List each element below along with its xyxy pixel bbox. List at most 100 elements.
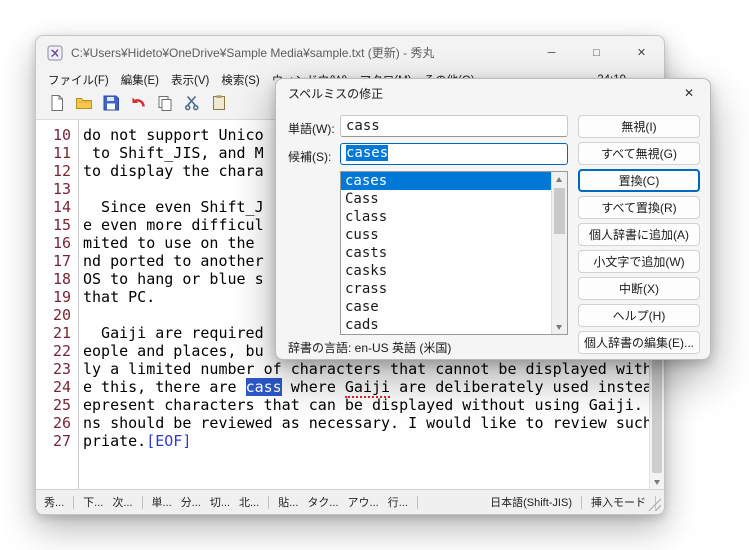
menu-view[interactable]: 表示(V): [165, 69, 215, 91]
status-segment[interactable]: 分...: [181, 494, 201, 510]
window-controls: ─ □ ✕: [529, 36, 664, 69]
cut-button[interactable]: [180, 93, 204, 117]
dialog-title-bar: スペルミスの修正 ✕: [276, 79, 710, 107]
candidate-item[interactable]: crass: [341, 280, 552, 298]
line-number: 26: [52, 414, 71, 432]
window-title: C:¥Users¥Hideto¥OneDrive¥Sample Media¥sa…: [71, 46, 435, 60]
line-number: 24: [52, 378, 71, 396]
maximize-button[interactable]: □: [574, 36, 619, 69]
status-segment[interactable]: 貼...: [278, 494, 298, 510]
status-segment[interactable]: アウ...: [348, 494, 379, 510]
title-bar: C:¥Users¥Hideto¥OneDrive¥Sample Media¥sa…: [36, 36, 664, 69]
paste-icon: [210, 94, 228, 117]
misspelled-word: Gaiji: [344, 378, 391, 398]
scroll-down-button[interactable]: [650, 475, 664, 489]
dialog-close-button[interactable]: ✕: [672, 81, 706, 105]
add-lowercase-button[interactable]: 小文字で追加(W): [578, 250, 700, 273]
open-file-button[interactable]: [72, 93, 96, 117]
open-folder-icon: [75, 94, 93, 117]
save-icon: [102, 94, 120, 117]
menu-edit[interactable]: 編集(E): [115, 69, 165, 91]
line-number: 23: [52, 360, 71, 378]
status-segment[interactable]: 北...: [239, 494, 259, 510]
down-arrow-icon: [556, 324, 562, 330]
undo-button[interactable]: [126, 93, 150, 117]
dictionary-language-label: 辞書の言語: en-US 英語 (米国): [288, 341, 452, 355]
abort-button[interactable]: 中断(X): [578, 277, 700, 300]
status-separator: [268, 495, 270, 509]
text-line: epresent characters that can be displaye…: [83, 396, 643, 414]
candidate-item[interactable]: cases: [341, 172, 552, 190]
status-segment[interactable]: 行...: [388, 494, 408, 510]
suggestion-input[interactable]: cases: [340, 143, 568, 165]
scissors-icon: [183, 94, 201, 117]
text-line: ly a limited number of characters that c…: [83, 360, 649, 378]
candidate-item[interactable]: casks: [341, 262, 552, 280]
line-number: 16: [52, 234, 71, 252]
candidate-item[interactable]: casts: [341, 244, 552, 262]
dialog-title: スペルミスの修正: [288, 86, 384, 101]
word-input[interactable]: cass: [340, 115, 568, 137]
status-separator: [73, 495, 75, 509]
spell-check-dialog: スペルミスの修正 ✕ 単語(W): cass 候補(S): cases case…: [275, 78, 711, 360]
status-encoding[interactable]: 日本語(Shift-JIS): [490, 494, 572, 510]
candidate-item[interactable]: class: [341, 208, 552, 226]
minimize-button[interactable]: ─: [529, 36, 574, 69]
copy-button[interactable]: [153, 93, 177, 117]
undo-arrow-icon: [129, 94, 147, 117]
line-number: 22: [52, 342, 71, 360]
status-insert-mode[interactable]: 挿入モード: [591, 494, 646, 510]
paste-button[interactable]: [207, 93, 231, 117]
menu-search[interactable]: 検索(S): [215, 69, 265, 91]
line-number-gutter: 10 11 12 13 14 15 16 17 18 19 20 21 22 2…: [36, 120, 79, 489]
line-number: 19: [52, 288, 71, 306]
replace-all-button[interactable]: すべて置換(R): [578, 196, 700, 219]
candidate-list[interactable]: cases Cass class cuss casts casks crass …: [340, 171, 568, 335]
line-number: 27: [52, 432, 71, 450]
status-separator: [581, 495, 582, 509]
ignore-all-button[interactable]: すべて無視(G): [578, 142, 700, 165]
status-separator: [141, 495, 143, 509]
list-scroll-up-button[interactable]: [552, 172, 566, 186]
selected-word: cass: [245, 378, 282, 396]
add-to-dictionary-button[interactable]: 個人辞書に追加(A): [578, 223, 700, 246]
status-separator: [416, 495, 418, 509]
new-file-button[interactable]: [45, 93, 69, 117]
menu-file[interactable]: ファイル(F): [42, 69, 115, 91]
text-line-with-eof: priate.[EOF]: [83, 432, 192, 450]
candidate-item[interactable]: Cass: [341, 190, 552, 208]
ignore-button[interactable]: 無視(I): [578, 115, 700, 138]
text-line-with-selection: e this, there are cass where Gaiji are d…: [83, 378, 649, 398]
status-segment-app[interactable]: 秀...: [44, 494, 64, 510]
candidate-item[interactable]: cads: [341, 316, 552, 334]
status-segment[interactable]: タク...: [307, 494, 338, 510]
list-scroll-down-button[interactable]: [552, 320, 566, 334]
eof-marker: [EOF]: [146, 432, 192, 450]
line-number: 11: [52, 144, 71, 162]
status-bar: 秀... 下... 次... 単... 分... 切... 北... 貼... …: [36, 489, 664, 514]
line-number: 17: [52, 252, 71, 270]
save-button[interactable]: [99, 93, 123, 117]
app-icon: [47, 45, 63, 61]
line-number: 13: [52, 180, 71, 198]
status-segment[interactable]: 切...: [210, 494, 230, 510]
candidate-item[interactable]: cuss: [341, 226, 552, 244]
up-arrow-icon: [556, 176, 562, 182]
line-number: 14: [52, 198, 71, 216]
replace-button[interactable]: 置換(C): [578, 169, 700, 192]
copy-icon: [156, 94, 174, 117]
line-number: 18: [52, 270, 71, 288]
status-segment[interactable]: 次...: [112, 494, 132, 510]
status-segment[interactable]: 下...: [83, 494, 103, 510]
list-scrollbar-thumb[interactable]: [554, 188, 565, 234]
text-line: ns should be reviewed as necessary. I wo…: [83, 414, 649, 432]
candidate-item[interactable]: case: [341, 298, 552, 316]
new-file-icon: [48, 94, 66, 117]
close-button[interactable]: ✕: [619, 36, 664, 69]
edit-personal-dictionary-button[interactable]: 個人辞書の編集(E)...: [578, 331, 700, 354]
status-segment[interactable]: 単...: [152, 494, 172, 510]
help-button[interactable]: ヘルプ(H): [578, 304, 700, 327]
line-number: 10: [52, 126, 71, 144]
line-number: 25: [52, 396, 71, 414]
list-scrollbar[interactable]: [551, 172, 567, 334]
